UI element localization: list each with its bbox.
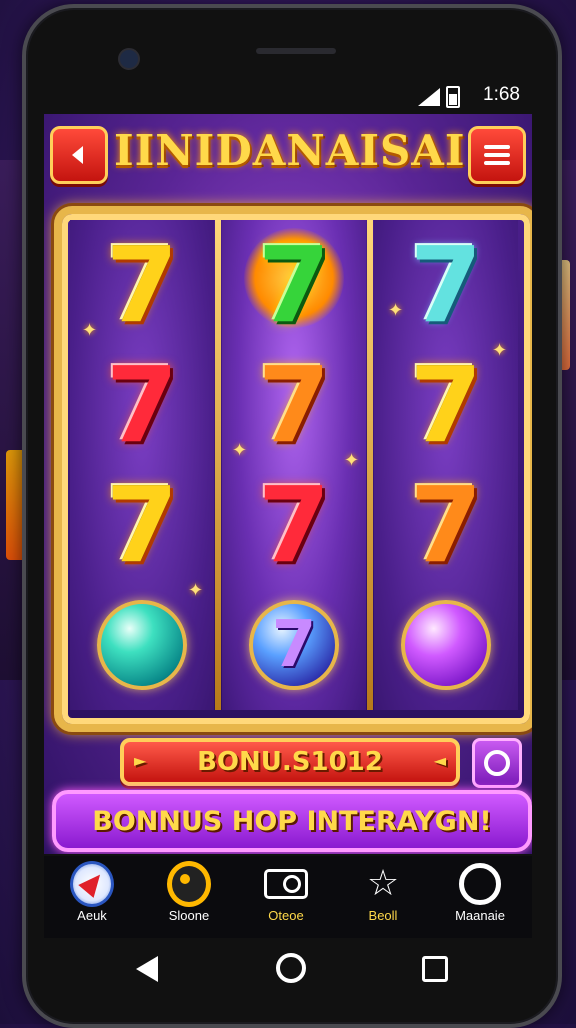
- sparkle-icon: ✦: [388, 300, 404, 321]
- nav-item-beoll[interactable]: ☆ Beoll: [335, 862, 431, 932]
- status-bar: 1:68: [40, 84, 520, 110]
- nav-label: Oteoe: [268, 908, 304, 923]
- system-navigation-bar: [44, 940, 532, 996]
- triangle-back-icon[interactable]: [136, 956, 158, 982]
- seven-orb-icon: 7: [249, 600, 339, 690]
- circle-icon: [484, 750, 510, 776]
- reel-2[interactable]: 7 7 7 7 ✦ ✦: [222, 220, 366, 710]
- reel-symbol-seven: 7: [409, 344, 483, 466]
- promo-label: BONNUS HOP INTERAYGN!: [92, 805, 492, 837]
- reel-symbol-seven: 7: [409, 464, 483, 586]
- compass-icon: [70, 861, 114, 907]
- ring-icon: [459, 863, 501, 905]
- back-button[interactable]: [50, 126, 108, 184]
- coin-icon: [167, 861, 211, 907]
- reel-symbol-orb: [70, 586, 214, 704]
- status-time: 1:68: [483, 84, 520, 105]
- nav-label: Maanaie: [455, 908, 505, 923]
- reel-divider: [215, 220, 221, 710]
- battery-icon: [446, 86, 460, 108]
- purple-orb-icon: [401, 600, 491, 690]
- reel-symbol-orb: 7: [222, 586, 366, 704]
- reel-symbol-seven: 7: [257, 464, 331, 586]
- bonus-counter-bar[interactable]: ► BONU.S1012 ◄: [120, 738, 460, 786]
- front-camera: [118, 48, 140, 70]
- sparkle-icon: ✦: [188, 580, 204, 601]
- bottom-nav: Aeuk Sloone Oteoe ☆ Beoll Maanaie: [44, 856, 532, 938]
- reel-symbol-seven: 7: [409, 224, 483, 346]
- menu-button[interactable]: [468, 126, 526, 184]
- game-screen: IINIDANAISAI 7 7 7 ✦ ✦ 7 7 7 7 ✦ ✦ 7 7 7…: [44, 114, 532, 854]
- teal-orb-icon: [97, 600, 187, 690]
- arrow-left-icon: ◄: [433, 751, 446, 770]
- sparkle-icon: ✦: [82, 320, 98, 341]
- reel-symbol-orb: [374, 586, 518, 704]
- arrow-right-icon: ►: [134, 751, 147, 770]
- reel-symbol-seven: 7: [257, 224, 331, 346]
- game-title: IINIDANAISAI: [114, 126, 466, 175]
- nav-item-sloone[interactable]: Sloone: [141, 861, 237, 932]
- nav-item-oteoe[interactable]: Oteoe: [238, 862, 334, 932]
- reel-1[interactable]: 7 7 7 ✦ ✦: [70, 220, 214, 710]
- star-icon: ☆: [366, 863, 400, 904]
- ticket-icon: [264, 869, 308, 899]
- sparkle-icon: ✦: [492, 340, 508, 361]
- info-button[interactable]: [472, 738, 522, 788]
- reel-3[interactable]: 7 7 7 ✦ ✦: [374, 220, 518, 710]
- circle-home-icon[interactable]: [276, 953, 306, 983]
- reel-divider: [367, 220, 373, 710]
- nav-label: Beoll: [368, 908, 398, 923]
- nav-label: Sloone: [168, 908, 210, 923]
- sparkle-icon: ✦: [232, 440, 248, 461]
- earpiece-speaker: [256, 48, 336, 54]
- square-recent-icon[interactable]: [422, 956, 448, 982]
- reel-symbol-seven: 7: [105, 344, 179, 466]
- bonus-promo-button[interactable]: BONNUS HOP INTERAYGN!: [52, 790, 532, 852]
- reel-frame: 7 7 7 ✦ ✦ 7 7 7 7 ✦ ✦ 7 7 7 ✦ ✦: [54, 206, 532, 732]
- chevron-left-icon: [72, 146, 83, 164]
- nav-item-maanaie[interactable]: Maanaie: [432, 862, 528, 932]
- hamburger-menu-icon: [484, 145, 510, 165]
- nav-item-aeuk[interactable]: Aeuk: [44, 861, 140, 932]
- sparkle-icon: ✦: [344, 450, 360, 471]
- nav-label: Aeuk: [77, 908, 107, 923]
- signal-icon: [418, 88, 440, 106]
- reel-symbol-seven: 7: [105, 464, 179, 586]
- bonus-label: BONU.S1012: [197, 747, 383, 777]
